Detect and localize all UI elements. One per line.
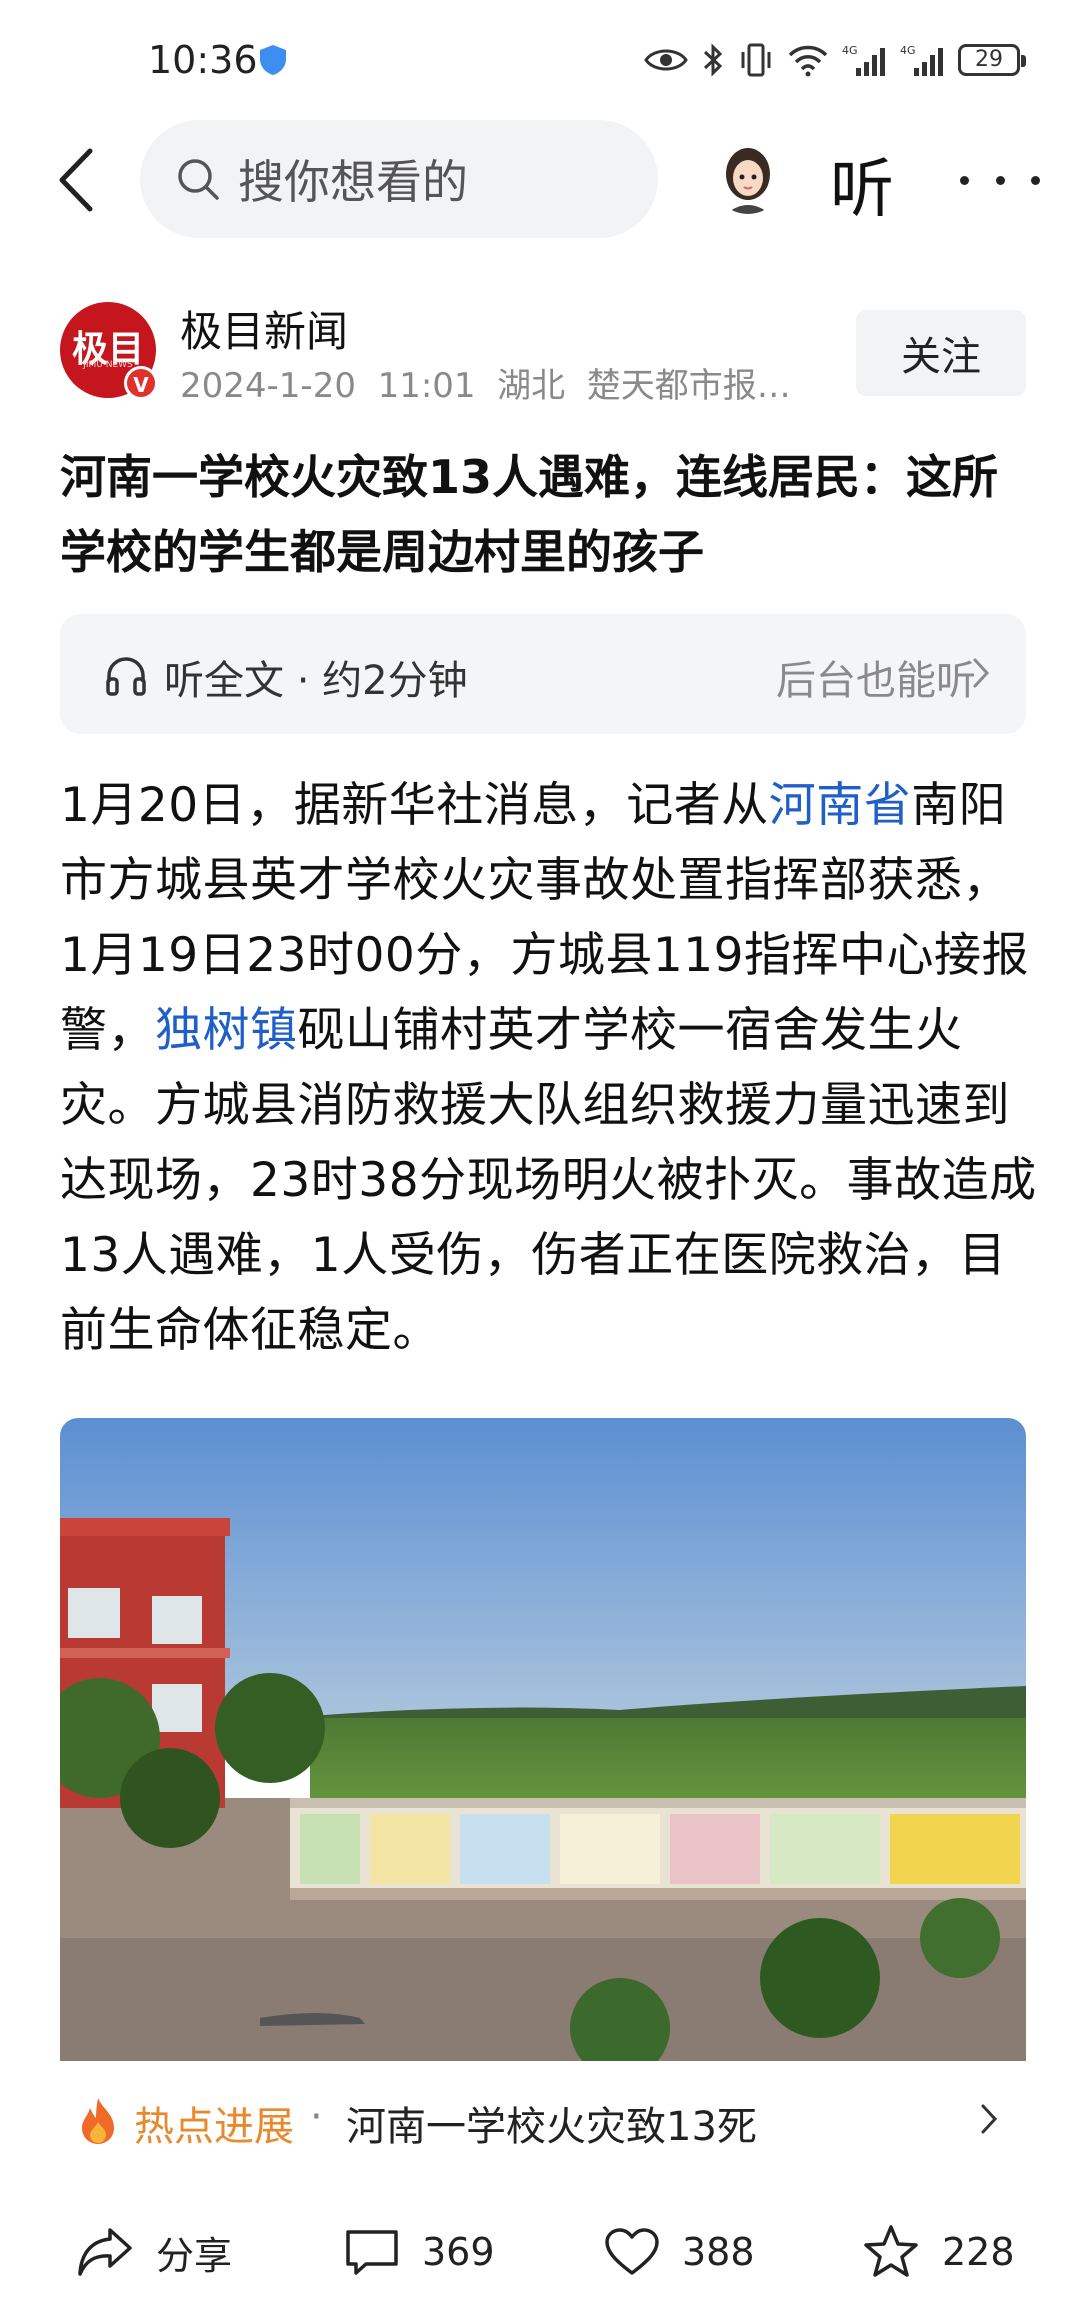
- listen-button[interactable]: 听: [830, 138, 894, 230]
- article-title: 河南一学校火灾致13人遇难，连线居民：这所学校的学生都是周边村里的孩子: [60, 450, 999, 579]
- author-name[interactable]: 极目新闻: [180, 298, 348, 359]
- user-avatar-icon: [712, 142, 784, 214]
- like-button[interactable]: 388: [604, 2220, 755, 2284]
- comment-button[interactable]: 369: [344, 2220, 495, 2284]
- hot-topic-separator: ·: [310, 2094, 323, 2140]
- headphones-icon: [106, 657, 146, 696]
- article-photo[interactable]: [60, 1418, 1026, 2061]
- eye-icon: [644, 49, 688, 71]
- comment-count: 369: [422, 2230, 495, 2274]
- battery-icon: 29: [958, 44, 1026, 76]
- wifi-icon: [788, 45, 828, 77]
- comment-icon: [346, 2230, 398, 2275]
- favorite-count: 228: [942, 2230, 1015, 2274]
- svg-text:4G: 4G: [842, 44, 858, 57]
- chevron-right-icon: [981, 2104, 998, 2134]
- status-icons: 4G 4G 29: [644, 36, 1026, 84]
- share-button[interactable]: 分享: [76, 2220, 232, 2284]
- avatar[interactable]: [712, 142, 784, 214]
- follow-button[interactable]: 关注: [856, 310, 1026, 396]
- status-bar: 10:36 4G 4G 29: [0, 0, 1080, 120]
- vibrate-icon: [741, 43, 771, 77]
- more-icon[interactable]: [960, 168, 1040, 192]
- listen-duration: 听全文 · 约2分钟: [164, 658, 468, 704]
- body-text: 1月20日，据新华社消息，记者从: [60, 778, 769, 833]
- hot-topic-text: 河南一学校火灾致13死: [346, 2104, 757, 2150]
- hot-topic-row[interactable]: 热点进展 · 河南一学校火灾致13死: [60, 2086, 1026, 2156]
- favorite-button[interactable]: 228: [862, 2220, 1015, 2284]
- status-time: 10:36: [148, 38, 258, 82]
- signal-4g-icon: 4G: [900, 44, 943, 76]
- search-icon: [178, 159, 219, 200]
- link-dushu-town[interactable]: 独树镇: [155, 1003, 298, 1058]
- chevron-right-icon: [973, 658, 990, 688]
- bluetooth-icon: [703, 43, 723, 77]
- share-label: 分享: [156, 2233, 233, 2278]
- signal-4g-icon: 4G: [842, 44, 885, 76]
- background-listen-link[interactable]: 后台也能听: [776, 648, 976, 706]
- back-button[interactable]: [44, 144, 108, 216]
- school-photo: [60, 1418, 1026, 2061]
- svg-text:4G: 4G: [900, 44, 916, 57]
- top-nav: 搜你想看的 听: [0, 120, 1080, 240]
- author-logo[interactable]: 极目 JIMU NEWS V: [60, 302, 158, 400]
- shield-icon: [260, 45, 286, 75]
- star-icon: [864, 2225, 918, 2277]
- author-meta: 2024-1-20 11:01 湖北 楚天都市报…: [180, 366, 791, 406]
- search-input[interactable]: 搜你想看的: [140, 120, 658, 238]
- heart-icon: [605, 2228, 659, 2275]
- search-placeholder: 搜你想看的: [238, 155, 468, 209]
- listen-full-article-bar[interactable]: 听全文 · 约2分钟 后台也能听: [60, 614, 1026, 734]
- flame-icon: [82, 2098, 114, 2144]
- verified-icon: V: [124, 366, 158, 400]
- bottom-action-bar: 分享 369 388 228: [0, 2200, 1080, 2310]
- share-icon: [78, 2228, 132, 2276]
- article-body: 1月20日，据新华社消息，记者从河南省南阳市方城县英才学校火灾事故处置指挥部获悉…: [60, 768, 1040, 1368]
- like-count: 388: [682, 2230, 755, 2274]
- chevron-left-icon: [59, 148, 93, 212]
- hot-topic-label: 热点进展: [134, 2104, 294, 2150]
- link-henan[interactable]: 河南省: [769, 778, 912, 833]
